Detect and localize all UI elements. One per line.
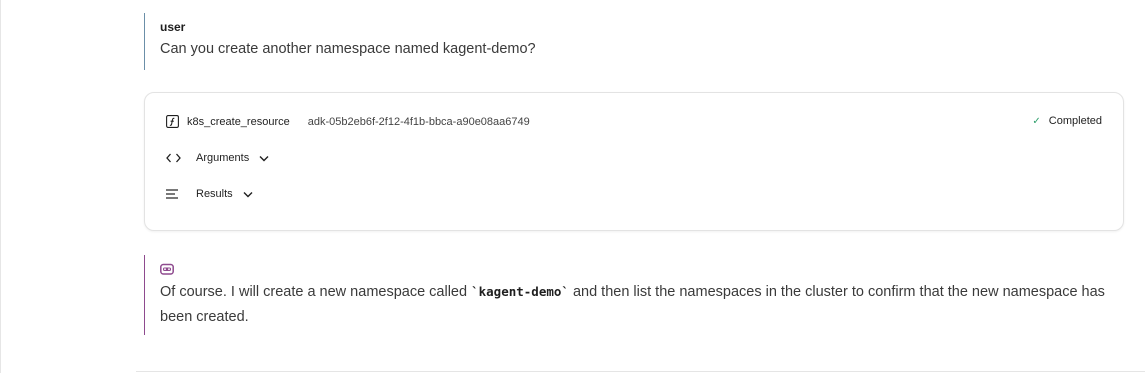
results-label: Results <box>196 188 233 200</box>
arguments-label: Arguments <box>196 152 250 164</box>
user-message: user Can you create another namespace na… <box>144 13 1125 70</box>
robot-icon <box>160 262 174 275</box>
check-icon: ✓ <box>1032 115 1041 127</box>
agent-message: Of course. I will create a new namespace… <box>144 255 1125 335</box>
agent-message-text: Of course. I will create a new namespace… <box>160 279 1115 330</box>
inline-code: `kagent-demo` <box>471 284 569 299</box>
agent-text-before: Of course. I will create a new namespace… <box>160 284 472 300</box>
message-role-label: user <box>160 20 186 34</box>
panel-left-border <box>0 0 1 373</box>
chevron-down-icon[interactable] <box>259 155 269 162</box>
user-message-text: Can you create another namespace named k… <box>160 41 536 57</box>
divider <box>136 371 1145 372</box>
function-icon <box>166 115 179 128</box>
tool-name: k8s_create_resource <box>187 115 290 128</box>
tool-call-header: k8s_create_resource adk-05b2eb6f-2f12-4f… <box>166 115 530 128</box>
tool-call-card: k8s_create_resource adk-05b2eb6f-2f12-4f… <box>144 92 1124 231</box>
status-badge: ✓ Completed <box>1032 115 1102 127</box>
tool-call-id: adk-05b2eb6f-2f12-4f1b-bbca-a90e08aa6749 <box>307 115 530 128</box>
results-toggle[interactable]: Results <box>166 187 253 201</box>
lines-icon <box>166 187 182 201</box>
arguments-toggle[interactable]: Arguments <box>166 151 269 165</box>
status-label: Completed <box>1048 115 1102 127</box>
code-brackets-icon <box>166 151 182 165</box>
chevron-down-icon[interactable] <box>243 191 253 198</box>
